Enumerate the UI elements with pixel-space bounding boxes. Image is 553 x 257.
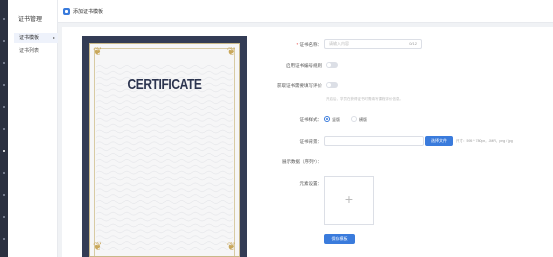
sidebar-item-cert-list[interactable]: 证书列表 — [14, 46, 58, 56]
element-label: 元素设置： — [299, 181, 323, 186]
bg-file-input[interactable] — [324, 136, 424, 146]
element-upload-box[interactable]: + — [324, 176, 374, 225]
rail-icon[interactable] — [3, 18, 5, 20]
sidebar: 证书管理 证书模板 ▸ 证书列表 — [8, 0, 58, 257]
rail-icon[interactable] — [3, 106, 5, 108]
certificate-paper: ❦ ❦ ❦ ❦ CERTIFICATE — [89, 43, 240, 257]
enable-evaluation-label: 获取证书需要填写评价 — [277, 83, 322, 88]
choose-file-button[interactable]: 选择文件 — [425, 136, 453, 146]
template-icon — [63, 8, 70, 15]
enable-number-label: 启用证书编号规则 — [286, 63, 322, 68]
style-radio-portrait[interactable] — [324, 116, 330, 122]
caret-right-icon: ▸ — [52, 35, 55, 40]
rail-icon[interactable] — [3, 62, 5, 64]
sidebar-item-cert-template[interactable]: 证书模板 ▸ — [14, 33, 58, 43]
rail-icon[interactable] — [3, 40, 5, 42]
flourish-bottom-right: ❦ — [226, 241, 236, 253]
rail-icon[interactable] — [3, 238, 5, 240]
sidebar-item-label: 证书列表 — [19, 48, 40, 54]
page-title: 添加证书模板 — [73, 9, 104, 15]
sidebar-item-label: 证书模板 — [19, 35, 40, 41]
flourish-bottom-left: ❦ — [93, 241, 103, 253]
rail-icon[interactable] — [3, 128, 5, 130]
rail-icon[interactable] — [3, 150, 5, 152]
flourish-top-left: ❦ — [93, 46, 103, 58]
enable-evaluation-toggle[interactable] — [326, 82, 338, 88]
enable-number-toggle[interactable] — [326, 62, 338, 68]
show-data-label: 展示数据（序列*）： — [281, 159, 322, 164]
style-radio-landscape[interactable] — [351, 116, 357, 122]
cert-name-label: * 证书名称： — [296, 42, 322, 47]
char-count: 0/12 — [409, 41, 417, 46]
sidebar-title: 证书管理 — [18, 17, 43, 23]
page-header: 添加证书模板 — [58, 0, 553, 23]
bg-label: 证书背景： — [299, 139, 323, 144]
cert-name-input[interactable]: 请输入内容 0/12 — [324, 39, 422, 49]
style-option-label: 竖版 — [332, 117, 340, 122]
certificate-title: CERTIFICATE — [127, 76, 202, 93]
app-rail — [0, 0, 8, 257]
save-template-button[interactable]: 保存模板 — [324, 234, 355, 244]
rail-icon[interactable] — [3, 172, 5, 174]
rail-icon[interactable] — [3, 194, 5, 196]
evaluation-hint: 开启后，学员在获得证书时需填写课程评价信息。 — [326, 97, 403, 101]
rail-icon[interactable] — [3, 84, 5, 86]
flourish-top-right: ❦ — [226, 46, 236, 58]
style-option-label: 横版 — [359, 117, 367, 122]
style-label: 证书样式： — [299, 117, 323, 122]
bg-size-hint: 尺寸：595 * 780px，JMR，png / jpg — [456, 139, 513, 143]
main-content: ❦ ❦ ❦ ❦ CERTIFICATE * 证书名称： 请输入内容 0/12 启… — [62, 27, 553, 257]
plus-icon: + — [344, 191, 354, 207]
certificate-preview: ❦ ❦ ❦ ❦ CERTIFICATE — [82, 36, 247, 257]
rail-icon[interactable] — [3, 216, 5, 218]
